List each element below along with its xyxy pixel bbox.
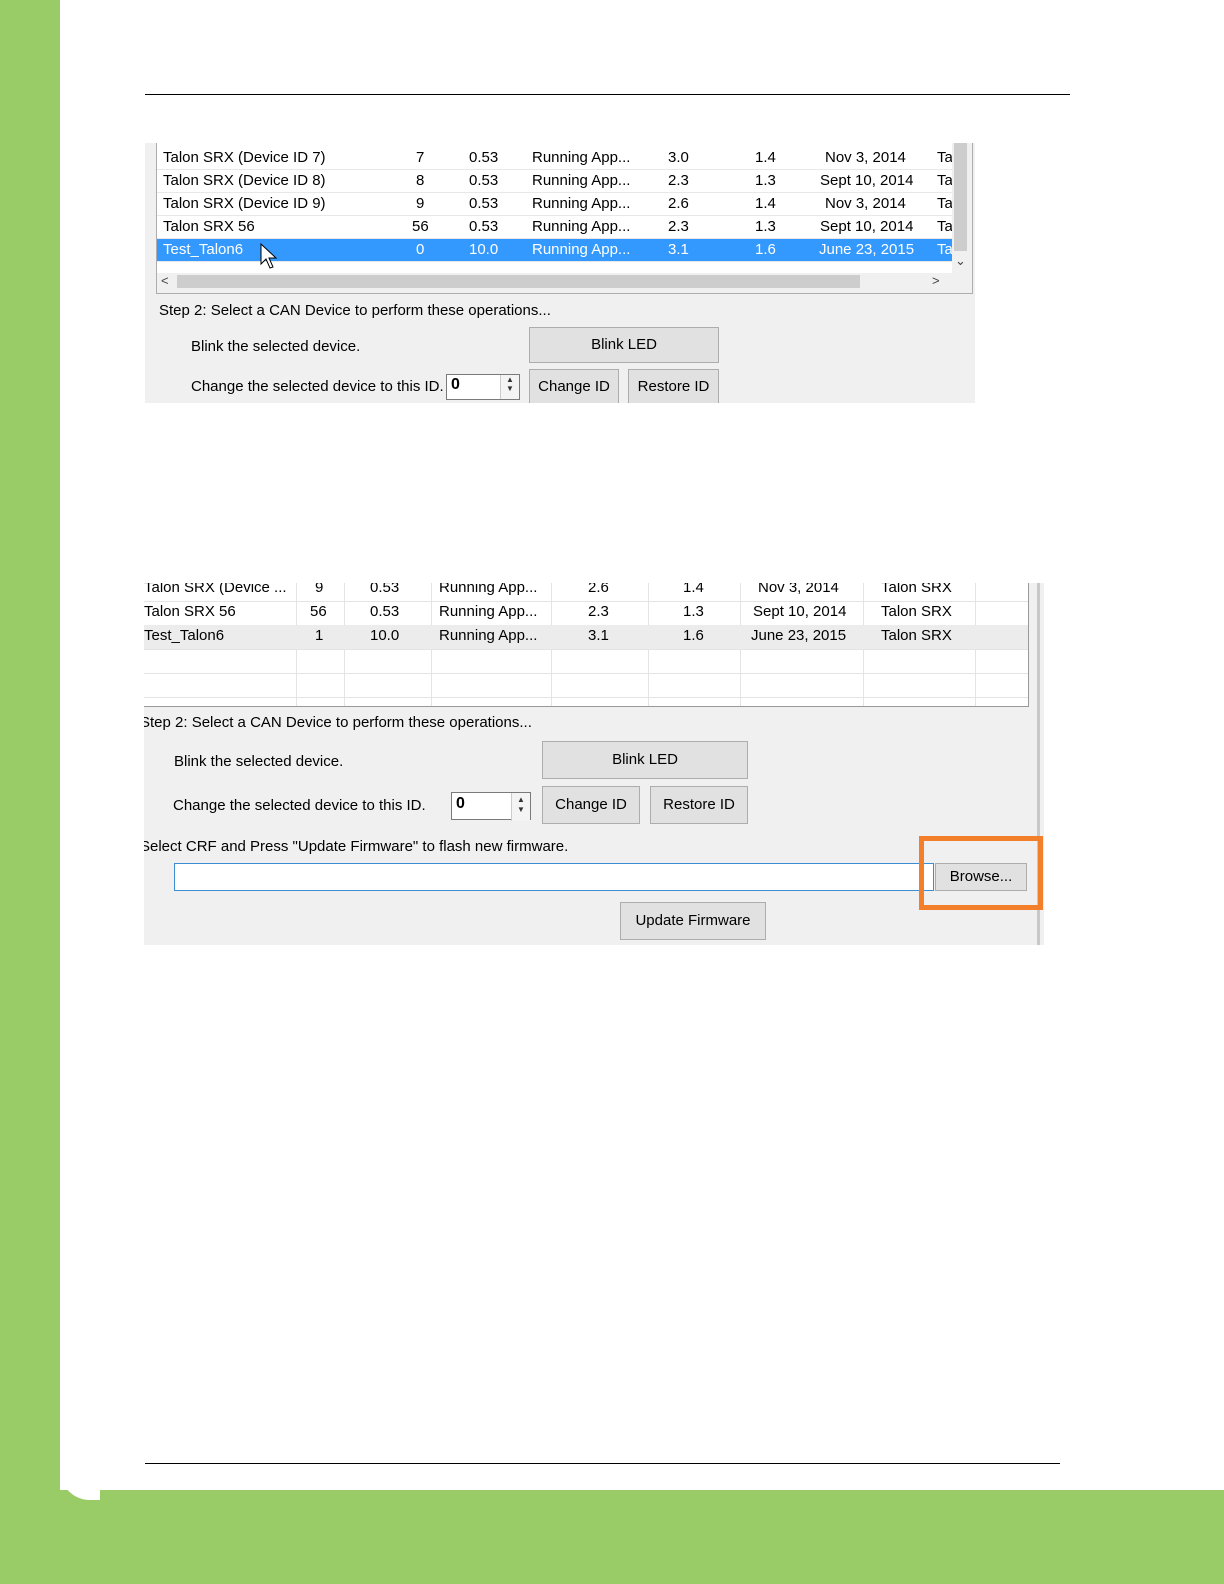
stepper-arrows-icon[interactable]: ▲ ▼	[511, 793, 530, 821]
blink-label: Blink the selected device.	[191, 338, 361, 355]
cell-status: Running App...	[439, 603, 538, 620]
table-row-empty	[144, 673, 1028, 698]
firmware-path-input[interactable]	[174, 863, 934, 891]
update-firmware-button[interactable]: Update Firmware	[620, 902, 766, 940]
cell-model: Talon SRX	[881, 627, 952, 644]
cell-date: Nov 3, 2014	[758, 583, 839, 596]
cell-status: Running App...	[439, 583, 538, 596]
cell-mfg: 1.4	[683, 583, 704, 596]
cell-model: Talon SRX	[881, 583, 952, 596]
cell-name: Talon SRX (Device ...	[144, 583, 287, 596]
table-row-empty	[144, 649, 1028, 674]
device-table: Talon SRX (Device ... 9 0.53 Running App…	[144, 583, 1029, 707]
page-side-band	[0, 0, 60, 1584]
cell-hw: 0.53	[370, 583, 400, 596]
footer-rule	[145, 1463, 1060, 1464]
restore-id-button[interactable]: Restore ID	[628, 369, 719, 403]
cell-bootloader: 2.6	[588, 583, 609, 596]
stepper-arrows-icon[interactable]: ▲ ▼	[500, 375, 519, 399]
cell-bootloader: 3.1	[588, 627, 609, 644]
table-row[interactable]: Talon SRX 56 56 0.53 Running App... 2.3 …	[144, 601, 1028, 626]
table-row-selected[interactable]: Test_Talon6 1 10.0 Running App... 3.1 1.…	[144, 625, 1028, 650]
step2-label: Step 2: Select a CAN Device to perform t…	[159, 302, 551, 319]
cell-status: Running App...	[439, 627, 538, 644]
id-stepper[interactable]: 0 ▲ ▼	[446, 374, 520, 400]
blink-label: Blink the selected device.	[174, 753, 344, 770]
cell-name: Talon SRX 56	[144, 603, 236, 620]
browse-highlight-box	[919, 836, 1043, 910]
cell-date: June 23, 2015	[751, 627, 847, 644]
id-value: 0	[456, 795, 465, 812]
step2-label: Step 2: Select a CAN Device to perform t…	[144, 714, 532, 731]
change-id-label: Change the selected device to this ID.	[191, 378, 444, 395]
restore-id-button[interactable]: Restore ID	[650, 786, 748, 824]
header-rule	[145, 94, 1070, 95]
change-id-button[interactable]: Change ID	[529, 369, 619, 403]
table-row[interactable]: Talon SRX (Device ... 9 0.53 Running App…	[144, 583, 1028, 602]
crf-label: Select CRF and Press "Update Firmware" t…	[144, 838, 569, 855]
cell-bootloader: 2.3	[588, 603, 609, 620]
cell-hw: 10.0	[370, 627, 400, 644]
change-id-button[interactable]: Change ID	[542, 786, 640, 824]
screenshot-device-list: Talon SRX (Device ID 7) 7 0.53 Running A…	[145, 143, 975, 403]
cell-id: 1	[315, 627, 324, 644]
page-bottom-band	[0, 1490, 1224, 1584]
table-frame	[156, 143, 973, 294]
cell-mfg: 1.6	[683, 627, 704, 644]
cell-name: Test_Talon6	[144, 627, 225, 644]
cell-id: 9	[315, 583, 324, 596]
id-stepper[interactable]: 0 ▲ ▼	[451, 792, 531, 821]
cell-id: 56	[310, 603, 327, 620]
cell-hw: 0.53	[370, 603, 400, 620]
change-id-label: Change the selected device to this ID.	[173, 797, 426, 814]
cell-date: Sept 10, 2014	[753, 603, 847, 620]
blink-led-button[interactable]: Blink LED	[529, 327, 719, 363]
screenshot-firmware-update: Talon SRX (Device ... 9 0.53 Running App…	[144, 583, 1044, 945]
id-value: 0	[451, 376, 460, 393]
cell-mfg: 1.3	[683, 603, 704, 620]
cell-model: Talon SRX	[881, 603, 952, 620]
blink-led-button[interactable]: Blink LED	[542, 741, 748, 779]
